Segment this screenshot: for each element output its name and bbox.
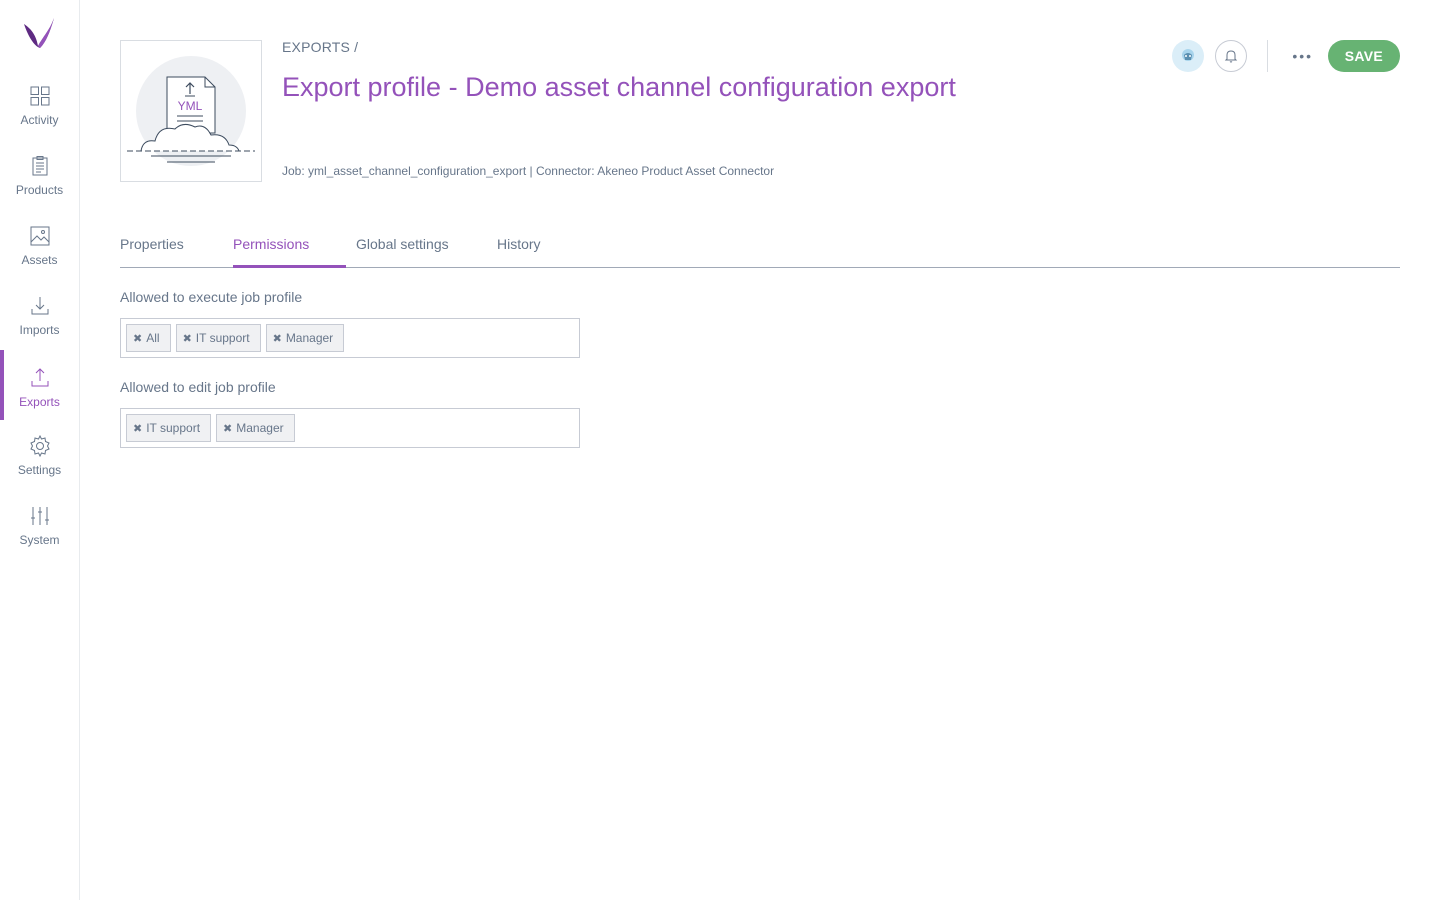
export-profile-thumbnail: YML — [120, 40, 262, 182]
activity-icon — [30, 86, 49, 106]
settings-icon — [29, 434, 50, 458]
yml-file-illustration: YML — [127, 56, 255, 166]
remove-tag-icon[interactable]: ✖ — [223, 422, 232, 435]
exports-icon — [31, 368, 48, 387]
sidebar-item-settings[interactable]: Settings — [0, 430, 79, 500]
permission-tag[interactable]: ✖ All — [126, 324, 171, 352]
sidebar-item-system[interactable]: System — [0, 500, 79, 570]
sidebar-item-exports[interactable]: Exports — [0, 350, 79, 432]
permission-tag-label: IT support — [195, 331, 250, 345]
header-actions: ••• SAVE — [1171, 40, 1400, 72]
thumbnail-label: YML — [178, 99, 203, 113]
tab-global-settings[interactable]: Global settings — [356, 236, 449, 268]
products-icon — [32, 156, 47, 176]
remove-tag-icon[interactable]: ✖ — [133, 332, 142, 345]
more-actions-button[interactable]: ••• — [1288, 40, 1318, 72]
page-title: Export profile - Demo asset channel conf… — [282, 72, 956, 102]
sidebar-item-label: Assets — [21, 253, 58, 267]
akeneo-logo[interactable] — [20, 14, 58, 52]
tab-permissions[interactable]: Permissions — [233, 236, 309, 268]
sidebar: Activity Products Assets Imports Exports — [0, 0, 80, 900]
sidebar-item-label: Activity — [20, 113, 59, 127]
execute-permission-select[interactable]: ✖ All ✖ IT support ✖ Manager — [120, 318, 580, 358]
sidebar-item-products[interactable]: Products — [0, 150, 79, 220]
sidebar-item-activity[interactable]: Activity — [0, 80, 79, 150]
execute-permission-label: Allowed to execute job profile — [120, 289, 303, 305]
header-divider — [1266, 40, 1268, 72]
edit-permission-label: Allowed to edit job profile — [120, 379, 276, 395]
system-icon — [30, 507, 49, 525]
user-avatar[interactable] — [1171, 40, 1204, 72]
breadcrumb[interactable]: EXPORTS / — [282, 39, 358, 55]
job-meta: Job: yml_asset_channel_configuration_exp… — [282, 164, 775, 178]
remove-tag-icon[interactable]: ✖ — [133, 422, 142, 435]
save-button[interactable]: SAVE — [1327, 40, 1400, 72]
remove-tag-icon[interactable]: ✖ — [183, 332, 192, 345]
sidebar-item-label: System — [19, 533, 60, 547]
sidebar-item-label: Exports — [19, 395, 60, 409]
user-avatar-icon — [1181, 49, 1194, 61]
sidebar-item-label: Products — [15, 183, 64, 197]
notifications-button[interactable] — [1214, 40, 1247, 72]
permission-tag[interactable]: ✖ IT support — [175, 324, 261, 352]
tab-history[interactable]: History — [497, 236, 541, 268]
permission-tag-label: Manager — [236, 421, 284, 435]
permission-tag[interactable]: ✖ Manager — [216, 414, 295, 442]
sidebar-item-imports[interactable]: Imports — [0, 290, 79, 360]
permission-tag[interactable]: ✖ Manager — [265, 324, 345, 352]
tab-bar: Properties Permissions Global settings H… — [120, 228, 1400, 268]
active-tab-indicator — [233, 265, 346, 268]
permission-tag-label: Manager — [285, 331, 334, 345]
sidebar-item-label: Imports — [19, 323, 60, 337]
permission-tag-label: IT support — [146, 421, 201, 435]
sidebar-item-label: Settings — [17, 463, 62, 477]
bell-icon — [1224, 50, 1237, 63]
permission-tag[interactable]: ✖ IT support — [126, 414, 212, 442]
edit-permission-select[interactable]: ✖ IT support ✖ Manager — [120, 408, 580, 448]
permission-tag-label: All — [146, 331, 160, 345]
remove-tag-icon[interactable]: ✖ — [273, 332, 282, 345]
assets-icon — [30, 226, 49, 246]
tab-properties[interactable]: Properties — [120, 236, 184, 268]
imports-icon — [31, 297, 48, 315]
sidebar-item-assets[interactable]: Assets — [0, 220, 79, 290]
